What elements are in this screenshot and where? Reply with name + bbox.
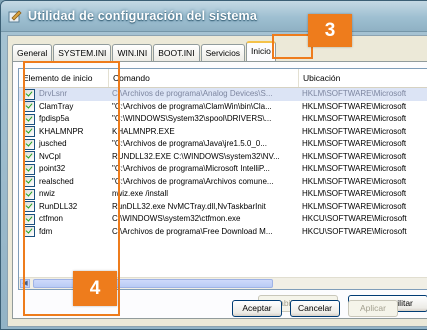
startup-command: "C:\Archivos de programa\Archivos comune…: [112, 176, 274, 186]
startup-location: HKCU\SOFTWARE\Microsoft: [302, 214, 407, 223]
column-header-item[interactable]: Elemento de inicio: [19, 69, 109, 87]
scrollbar-thumb[interactable]: [33, 279, 273, 288]
startup-checkbox[interactable]: [24, 126, 35, 138]
startup-command: C:\Archivos de programa\Analog Devices\S…: [112, 89, 273, 98]
startup-location: HKLM\SOFTWARE\Microsoft: [302, 201, 407, 211]
startup-item-name: fpdisp5a: [39, 114, 70, 123]
startup-item-cell: NvCpl: [19, 151, 109, 164]
startup-checkbox[interactable]: [24, 188, 35, 200]
list-item[interactable]: RunDLL32 RunDLL32.exe NvMCTray.dll,NvTask…: [19, 201, 427, 214]
startup-item-name: realsched: [39, 176, 74, 186]
startup-command: RUNDLL32.EXE C:\WINDOWS\system32\NV...: [112, 151, 280, 161]
tab-servicios[interactable]: Servicios: [200, 44, 246, 61]
startup-location: HKLM\SOFTWARE\Microsoft: [302, 101, 407, 111]
annotation-badge-3: 3: [308, 14, 352, 47]
startup-item-cell: ctfmon: [19, 213, 109, 226]
startup-item-cell: RunDLL32: [19, 201, 109, 214]
startup-item-name: KHALMNPR: [39, 126, 84, 136]
window-title: Utilidad de configuración del sistema: [28, 9, 257, 23]
startup-command: "C:\Archivos de programa\Microsoft Intel…: [112, 164, 270, 173]
startup-location: HKLM\SOFTWARE\Microsoft: [302, 151, 407, 161]
startup-item-cell: fpdisp5a: [19, 113, 109, 126]
startup-item-name: RunDLL32: [39, 201, 78, 211]
startup-item-cell: nwiz: [19, 188, 109, 201]
startup-command: KHALMNPR.EXE: [112, 126, 175, 136]
startup-item-name: jusched: [39, 139, 67, 148]
startup-checkbox[interactable]: [24, 201, 35, 213]
startup-command: C:\Archivos de programa\Free Download M.…: [112, 226, 273, 236]
startup-checkbox[interactable]: [24, 88, 35, 100]
column-header-command[interactable]: Comando: [109, 69, 299, 87]
startup-location: HKLM\SOFTWARE\Microsoft: [302, 176, 407, 186]
list-item[interactable]: ClamTray "C:\Archivos de programa\ClamWin…: [19, 101, 427, 114]
startup-checkbox[interactable]: [24, 213, 35, 225]
system-config-window: Utilidad de configuración del sistema Ge…: [0, 0, 427, 330]
startup-item-cell: fdm: [19, 226, 109, 239]
title-bar[interactable]: Utilidad de configuración del sistema: [1, 1, 427, 32]
startup-location: HKLM\SOFTWARE\Microsoft: [302, 89, 407, 98]
startup-item-name: ClamTray: [39, 101, 74, 111]
startup-command: "C:\Archivos de programa\ClamWin\bin\Cla…: [112, 101, 272, 111]
list-item[interactable]: ctfmon C:\WINDOWS\system32\ctfmon.exe HKCU…: [19, 213, 427, 226]
list-item[interactable]: KHALMNPR KHALMNPR.EXE HKLM\SOFTWARE\Micros…: [19, 126, 427, 139]
list-item[interactable]: fdm C:\Archivos de programa\Free Download…: [19, 226, 427, 239]
startup-checkbox[interactable]: [24, 101, 35, 113]
startup-checkbox[interactable]: [24, 151, 35, 163]
list-item[interactable]: nwiz nwiz.exe /install HKLM\SOFTWARE\Micro…: [19, 188, 427, 201]
tab-strip: General SYSTEM.INI WIN.INI BOOT.INI Servicio…: [12, 41, 277, 62]
scroll-left-arrow-icon[interactable]: ◀: [20, 279, 30, 288]
tab-win-ini[interactable]: WIN.INI: [112, 44, 153, 61]
startup-items-list[interactable]: Elemento de inicio Comando Ubicación Drv…: [18, 68, 427, 290]
startup-item-cell: point32: [19, 163, 109, 176]
startup-item-name: ctfmon: [39, 214, 64, 223]
startup-command: C:\WINDOWS\system32\ctfmon.exe: [112, 214, 241, 223]
list-item[interactable]: DrvLsnr C:\Archivos de programa\Analog De…: [19, 88, 427, 101]
tab-boot-ini[interactable]: BOOT.INI: [153, 44, 200, 61]
startup-item-name: DrvLsnr: [39, 89, 68, 98]
cancel-button[interactable]: Cancelar: [290, 300, 340, 317]
startup-command: "C:\WINDOWS\System32\spool\DRIVERS\...: [112, 114, 272, 123]
startup-command: "C:\Archivos de programa\Java\jre1.5.0_0…: [112, 139, 267, 148]
startup-item-name: fdm: [39, 226, 53, 236]
startup-item-cell: DrvLsnr: [19, 88, 109, 101]
accept-button[interactable]: Aceptar: [232, 300, 282, 317]
tab-system-ini[interactable]: SYSTEM.INI: [53, 44, 112, 61]
startup-checkbox[interactable]: [24, 163, 35, 175]
startup-item-cell: ClamTray: [19, 101, 109, 114]
startup-command: RunDLL32.exe NvMCTray.dll,NvTaskbarInit: [112, 201, 266, 211]
tab-inicio[interactable]: Inicio: [246, 41, 276, 62]
list-rows: DrvLsnr C:\Archivos de programa\Analog De…: [19, 88, 427, 238]
tab-general[interactable]: General: [12, 44, 53, 61]
startup-location: HKLM\SOFTWARE\Microsoft: [302, 189, 407, 198]
list-item[interactable]: point32 "C:\Archivos de programa\Microsof…: [19, 163, 427, 176]
startup-item-cell: realsched: [19, 176, 109, 189]
dialog-client-area: General SYSTEM.INI WIN.INI BOOT.INI Servicio…: [7, 35, 427, 327]
startup-checkbox[interactable]: [24, 113, 35, 125]
list-header: Elemento de inicio Comando Ubicación: [19, 69, 427, 88]
startup-item-name: nwiz: [39, 189, 56, 198]
list-item[interactable]: realsched "C:\Archivos de programa\Archiv…: [19, 176, 427, 189]
startup-location: HKLM\SOFTWARE\Microsoft: [302, 164, 407, 173]
startup-item-name: point32: [39, 164, 66, 173]
list-item[interactable]: NvCpl RUNDLL32.EXE C:\WINDOWS\system32\NV…: [19, 151, 427, 164]
startup-item-cell: KHALMNPR: [19, 126, 109, 139]
startup-checkbox[interactable]: [24, 226, 35, 238]
annotation-badge-4: 4: [73, 271, 117, 306]
startup-location: HKLM\SOFTWARE\Microsoft: [302, 114, 407, 123]
msconfig-app-icon: [7, 8, 23, 24]
startup-item-name: NvCpl: [39, 151, 61, 161]
apply-button[interactable]: Aplicar: [348, 300, 398, 317]
startup-location: HKLM\SOFTWARE\Microsoft: [302, 139, 407, 148]
list-item[interactable]: fpdisp5a "C:\WINDOWS\System32\spool\DRIVE…: [19, 113, 427, 126]
startup-command: nwiz.exe /install: [112, 189, 169, 198]
list-item[interactable]: jusched "C:\Archivos de programa\Java\jre…: [19, 138, 427, 151]
startup-checkbox[interactable]: [24, 138, 35, 150]
startup-location: HKCU\SOFTWARE\Microsoft: [302, 226, 407, 236]
column-header-location[interactable]: Ubicación: [299, 69, 427, 87]
startup-item-cell: jusched: [19, 138, 109, 151]
startup-location: HKLM\SOFTWARE\Microsoft: [302, 126, 407, 136]
startup-checkbox[interactable]: [24, 176, 35, 188]
